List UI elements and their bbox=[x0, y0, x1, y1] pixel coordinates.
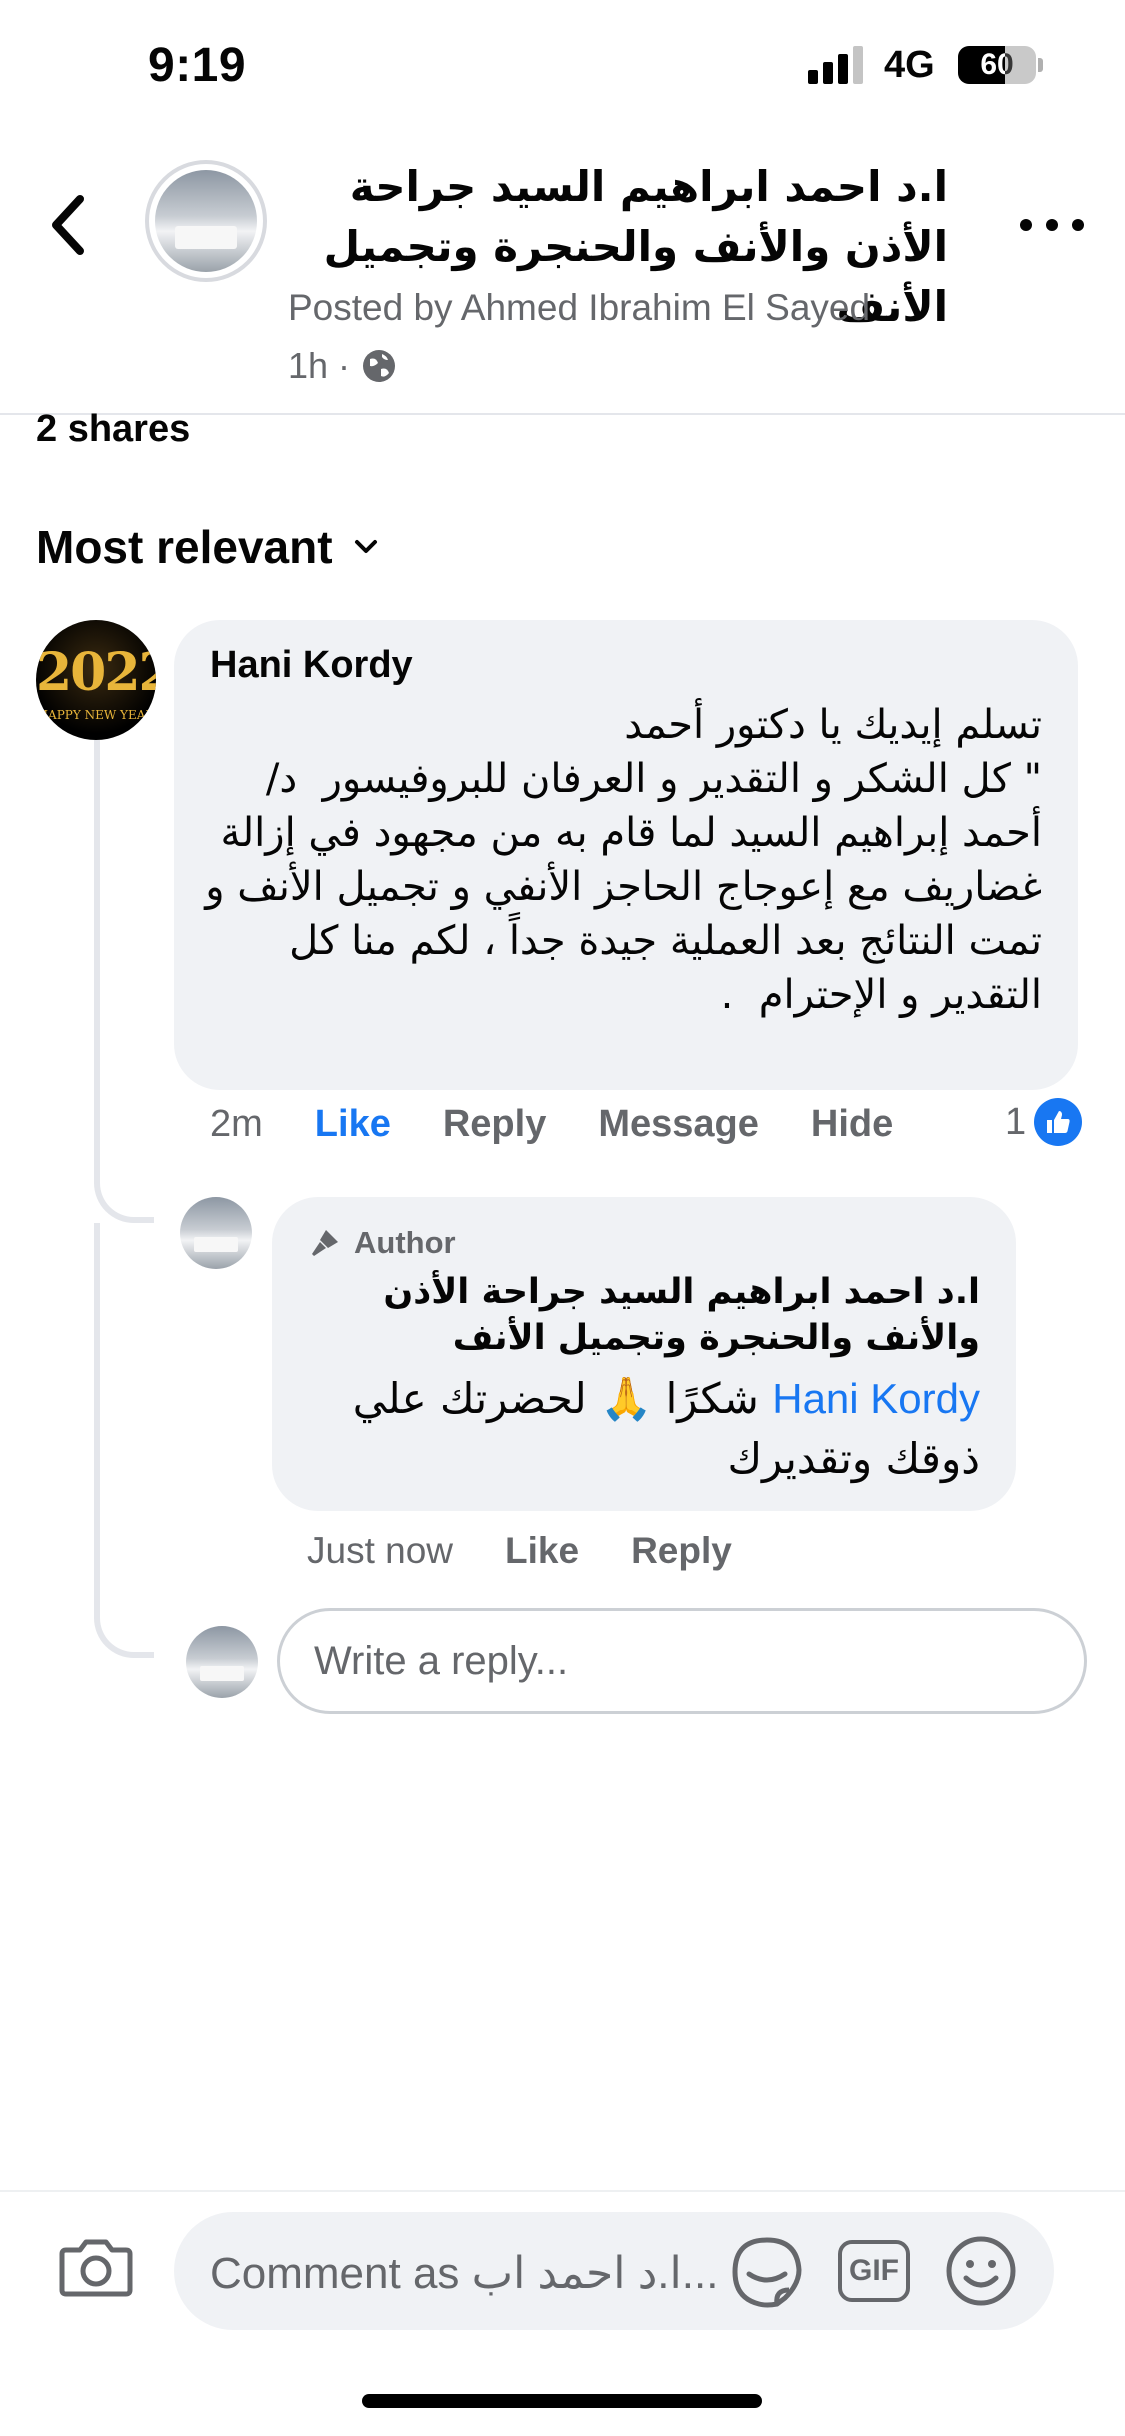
sticker-button[interactable] bbox=[729, 2234, 805, 2310]
more-dot-icon bbox=[1020, 219, 1032, 231]
post-meta: 1h · bbox=[288, 345, 398, 387]
reply-input[interactable]: Write a reply... bbox=[277, 1608, 1087, 1714]
battery-icon: 60 bbox=[958, 46, 1036, 84]
status-time: 9:19 bbox=[148, 39, 247, 92]
like-reaction-icon bbox=[1034, 1098, 1083, 1146]
network-type: 4G bbox=[884, 44, 935, 86]
camera-button[interactable] bbox=[58, 2234, 134, 2300]
reply-input-placeholder: Write a reply... bbox=[314, 1638, 569, 1683]
avatar-year-text: 2022 bbox=[36, 642, 156, 703]
reply-text: Hani Kordy شكرًا 🙏 لحضرتك علي ذوقك وتقدي… bbox=[300, 1369, 980, 1489]
back-button[interactable] bbox=[40, 185, 100, 265]
meta-separator: · bbox=[338, 345, 351, 386]
current-user-avatar bbox=[186, 1626, 258, 1698]
posted-by: Posted by Ahmed Ibrahim El Sayed bbox=[288, 287, 871, 328]
comment-text: تسلم إيديك يا دكتور أحمد " كل الشكر و ال… bbox=[205, 702, 1042, 1018]
shares-count[interactable]: 2 shares bbox=[36, 408, 190, 451]
page-avatar[interactable] bbox=[145, 160, 267, 282]
more-dot-icon bbox=[1046, 219, 1058, 231]
author-badge-label: Author bbox=[354, 1225, 456, 1260]
status-bar: 9:19 4G 60 bbox=[0, 0, 1125, 135]
post-time: 1h bbox=[288, 345, 329, 386]
chevron-down-icon bbox=[354, 540, 377, 553]
thread-connector bbox=[94, 740, 154, 1223]
comment-bubble[interactable]: Hani Kordy تسلم إيديك يا دكتور أحمد " كل… bbox=[174, 620, 1078, 1090]
comment-author[interactable]: Hani Kordy bbox=[210, 644, 413, 687]
thread-connector-2 bbox=[94, 1223, 154, 1658]
reaction-summary[interactable]: 1 bbox=[1005, 1098, 1083, 1146]
home-indicator[interactable] bbox=[362, 2394, 762, 2408]
reply-author[interactable]: ا.د احمد ابراهيم السيد جراحة الأذن والأن… bbox=[300, 1269, 980, 1361]
reply-author-avatar[interactable] bbox=[180, 1197, 252, 1269]
emoji-button[interactable] bbox=[944, 2234, 1018, 2308]
reaction-count: 1 bbox=[1005, 1100, 1027, 1143]
comment-like-button[interactable]: Like bbox=[315, 1103, 391, 1146]
comment-message-button[interactable]: Message bbox=[598, 1103, 759, 1146]
post-header: ا.د احمد ابراهيم السيد جراحة الأذن والأن… bbox=[0, 135, 1125, 415]
composer-divider bbox=[0, 2190, 1125, 2192]
reply-actions: Just now Like Reply bbox=[307, 1530, 732, 1572]
avatar-subtext: HAPPY NEW YEAR bbox=[37, 708, 155, 722]
globe-icon bbox=[363, 350, 396, 382]
author-badge: Author bbox=[308, 1225, 456, 1261]
page-avatar-image bbox=[155, 170, 257, 272]
reply-like-button[interactable]: Like bbox=[505, 1530, 579, 1572]
sticker-icon bbox=[732, 2237, 802, 2308]
reply-mention[interactable]: Hani Kordy bbox=[772, 1375, 980, 1422]
comment-actions: 2m Like Reply Message Hide bbox=[210, 1103, 893, 1146]
comment-time: 2m bbox=[210, 1103, 263, 1145]
gif-button[interactable]: GIF bbox=[838, 2240, 910, 2302]
reply-reply-button[interactable]: Reply bbox=[631, 1530, 732, 1572]
comment-reply-button[interactable]: Reply bbox=[443, 1103, 546, 1146]
comment-composer[interactable]: Comment as ا.د احمد اب... GIF bbox=[174, 2212, 1054, 2330]
chevron-left-icon bbox=[52, 195, 84, 255]
sort-dropdown[interactable]: Most relevant bbox=[36, 520, 381, 574]
signal-icon bbox=[808, 44, 868, 84]
more-dot-icon bbox=[1072, 219, 1084, 231]
camera-icon bbox=[59, 2239, 133, 2297]
microphone-icon bbox=[312, 1230, 338, 1256]
reply-bubble[interactable]: Author ا.د احمد ابراهيم السيد جراحة الأذ… bbox=[272, 1197, 1016, 1511]
more-options-button[interactable] bbox=[1020, 205, 1084, 245]
comment-hide-button[interactable]: Hide bbox=[811, 1103, 893, 1146]
reply-time: Just now bbox=[307, 1530, 454, 1571]
commenter-avatar[interactable]: 2022 HAPPY NEW YEAR bbox=[36, 620, 156, 740]
battery-cap bbox=[1038, 58, 1043, 72]
smiley-icon bbox=[946, 2236, 1016, 2306]
battery-level: 60 bbox=[980, 48, 1014, 81]
sort-label: Most relevant bbox=[36, 521, 333, 573]
composer-placeholder: Comment as ا.د احمد اب... bbox=[210, 2249, 719, 2298]
